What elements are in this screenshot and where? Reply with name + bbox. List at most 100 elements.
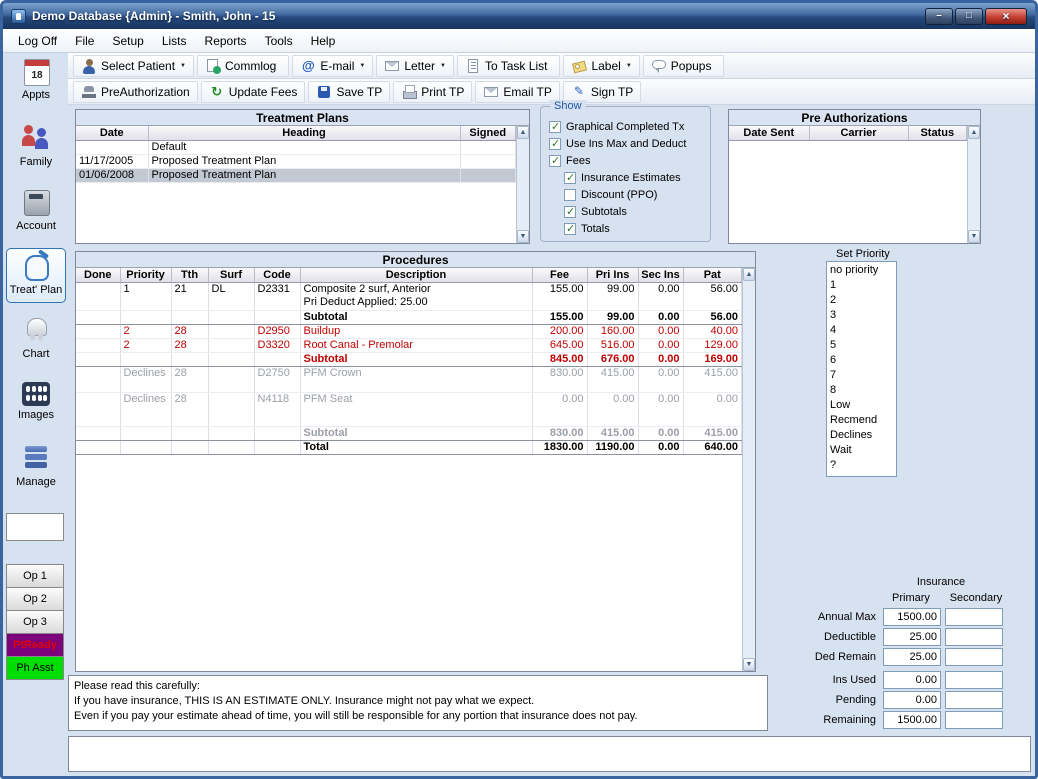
priority-option[interactable]: ? bbox=[827, 458, 896, 473]
toolbar-button[interactable]: Update Fees bbox=[201, 81, 306, 103]
sidebar-module-button[interactable]: Account bbox=[6, 184, 66, 239]
procedures-column-header[interactable]: Sec Ins bbox=[638, 268, 683, 282]
pre-auth-column-header[interactable]: Status bbox=[908, 126, 967, 140]
sidebar-module-button[interactable]: Images bbox=[6, 376, 66, 431]
procedures-column-header[interactable]: Pat bbox=[683, 268, 742, 282]
procedure-row[interactable]: Total 1830.00 1190.00 0.00 640.00 bbox=[76, 440, 742, 454]
scroll-down-icon[interactable]: ▼ bbox=[968, 230, 980, 243]
pre-auth-scrollbar[interactable]: ▲ ▼ bbox=[967, 126, 980, 243]
insurance-secondary-field[interactable] bbox=[945, 711, 1003, 729]
treatment-plans-column-header[interactable]: Signed bbox=[460, 126, 516, 140]
scroll-up-icon[interactable]: ▲ bbox=[743, 268, 755, 281]
show-option-checkbox[interactable]: Fees bbox=[549, 152, 710, 169]
insurance-primary-field[interactable]: 25.00 bbox=[883, 648, 941, 666]
menu-item[interactable]: Lists bbox=[153, 31, 196, 51]
scroll-up-icon[interactable]: ▲ bbox=[968, 126, 980, 139]
procedure-row[interactable]: Subtotal 845.00 676.00 0.00 169.00 bbox=[76, 352, 742, 366]
treatment-plan-row[interactable]: 01/06/2008 Proposed Treatment Plan bbox=[76, 168, 516, 182]
sidebar-module-button[interactable]: Treat' Plan bbox=[6, 248, 66, 303]
priority-option[interactable]: 4 bbox=[827, 323, 896, 338]
show-option-checkbox[interactable]: Totals bbox=[564, 220, 710, 237]
show-option-checkbox[interactable]: Subtotals bbox=[564, 203, 710, 220]
procedures-column-header[interactable]: Surf bbox=[208, 268, 254, 282]
procedures-scrollbar[interactable]: ▲ ▼ bbox=[742, 268, 755, 671]
scroll-track[interactable] bbox=[517, 139, 529, 230]
toolbar-button[interactable]: Letter ▼ bbox=[376, 55, 454, 77]
insurance-secondary-field[interactable] bbox=[945, 671, 1003, 689]
priority-option[interactable]: 3 bbox=[827, 308, 896, 323]
priority-option[interactable]: 5 bbox=[827, 338, 896, 353]
procedures-column-header[interactable]: Pri Ins bbox=[587, 268, 638, 282]
toolbar-button[interactable]: Print TP bbox=[393, 81, 472, 103]
priority-option[interactable]: Wait bbox=[827, 443, 896, 458]
treatment-plans-column-header[interactable]: Heading bbox=[148, 126, 460, 140]
insurance-primary-field[interactable]: 0.00 bbox=[883, 691, 941, 709]
toolbar-button[interactable]: Select Patient ▼ bbox=[73, 55, 194, 77]
pre-auth-column-header[interactable]: Carrier bbox=[809, 126, 908, 140]
procedures-column-header[interactable]: Done bbox=[76, 268, 120, 282]
sidebar-module-button[interactable]: 18 Appts bbox=[6, 56, 66, 111]
toolbar-button[interactable]: Commlog bbox=[197, 55, 289, 77]
close-button[interactable] bbox=[985, 8, 1027, 25]
priority-option[interactable]: 7 bbox=[827, 368, 896, 383]
bottom-note-field[interactable] bbox=[68, 736, 1031, 772]
insurance-primary-field[interactable]: 0.00 bbox=[883, 671, 941, 689]
show-option-checkbox[interactable]: Discount (PPO) bbox=[564, 186, 710, 203]
priority-option[interactable]: 2 bbox=[827, 293, 896, 308]
procedure-row[interactable]: Declines 28 N4118 PFM Seat 0.00 0.00 0.0… bbox=[76, 392, 742, 426]
procedures-column-header[interactable]: Tth bbox=[171, 268, 208, 282]
toolbar-button[interactable]: Label ▼ bbox=[563, 55, 639, 77]
insurance-secondary-field[interactable] bbox=[945, 691, 1003, 709]
scroll-down-icon[interactable]: ▼ bbox=[743, 658, 755, 671]
priority-option[interactable]: 8 bbox=[827, 383, 896, 398]
scroll-track[interactable] bbox=[743, 281, 755, 658]
minimize-button[interactable] bbox=[925, 8, 953, 25]
procedure-row[interactable]: 1 21 DL D2331 Composite 2 surf, Anterior… bbox=[76, 282, 742, 310]
insurance-primary-field[interactable]: 25.00 bbox=[883, 628, 941, 646]
treatment-plan-note[interactable]: Please read this carefully: If you have … bbox=[68, 675, 768, 731]
treatment-plans-scrollbar[interactable]: ▲ ▼ bbox=[516, 126, 529, 243]
menu-item[interactable]: Log Off bbox=[9, 31, 66, 51]
procedures-column-header[interactable]: Fee bbox=[532, 268, 587, 282]
insurance-secondary-field[interactable] bbox=[945, 628, 1003, 646]
menu-item[interactable]: File bbox=[66, 31, 103, 51]
treatment-plan-row[interactable]: Default bbox=[76, 140, 516, 154]
insurance-secondary-field[interactable] bbox=[945, 608, 1003, 626]
insurance-primary-field[interactable]: 1500.00 bbox=[883, 711, 941, 729]
procedure-row[interactable]: Subtotal 155.00 99.00 0.00 56.00 bbox=[76, 310, 742, 324]
procedures-column-header[interactable]: Description bbox=[300, 268, 532, 282]
toolbar-button[interactable]: To Task List bbox=[457, 55, 560, 77]
insurance-primary-field[interactable]: 1500.00 bbox=[883, 608, 941, 626]
show-option-checkbox[interactable]: Use Ins Max and Deduct bbox=[549, 135, 710, 152]
toolbar-button[interactable]: Email TP bbox=[475, 81, 559, 103]
procedure-row[interactable]: Declines 28 D2750 PFM Crown 830.00 415.0… bbox=[76, 366, 742, 392]
toolbar-button[interactable]: Save TP bbox=[308, 81, 390, 103]
procedure-row[interactable]: Subtotal 830.00 415.00 0.00 415.00 bbox=[76, 426, 742, 440]
menu-item[interactable]: Reports bbox=[196, 31, 256, 51]
scroll-down-icon[interactable]: ▼ bbox=[517, 230, 529, 243]
priority-option[interactable]: 6 bbox=[827, 353, 896, 368]
sidebar-module-button[interactable]: Chart bbox=[6, 312, 66, 367]
toolbar-button[interactable]: Popups bbox=[643, 55, 725, 77]
priority-option[interactable]: Declines bbox=[827, 428, 896, 443]
sidebar-module-button[interactable]: Family bbox=[6, 120, 66, 175]
operatory-item[interactable]: Op 1 bbox=[6, 564, 64, 588]
maximize-button[interactable] bbox=[955, 8, 983, 25]
treatment-plan-row[interactable]: 11/17/2005 Proposed Treatment Plan bbox=[76, 154, 516, 168]
procedure-row[interactable]: 2 28 D2950 Buildup 200.00 160.00 0.00 40… bbox=[76, 324, 742, 338]
insurance-secondary-field[interactable] bbox=[945, 648, 1003, 666]
operatory-item[interactable]: Ph Asst bbox=[6, 656, 64, 680]
menu-item[interactable]: Help bbox=[302, 31, 345, 51]
show-option-checkbox[interactable]: Graphical Completed Tx bbox=[549, 118, 710, 135]
toolbar-button[interactable]: E-mail ▼ bbox=[292, 55, 373, 77]
scroll-up-icon[interactable]: ▲ bbox=[517, 126, 529, 139]
priority-option[interactable]: Low bbox=[827, 398, 896, 413]
toolbar-button[interactable]: PreAuthorization bbox=[73, 81, 198, 103]
show-option-checkbox[interactable]: Insurance Estimates bbox=[564, 169, 710, 186]
pre-auth-column-header[interactable]: Date Sent bbox=[729, 126, 809, 140]
treatment-plans-column-header[interactable]: Date bbox=[76, 126, 148, 140]
priority-option[interactable]: Recmend bbox=[827, 413, 896, 428]
priority-option[interactable]: no priority bbox=[827, 263, 896, 278]
procedure-row[interactable]: 2 28 D3320 Root Canal - Premolar 645.00 … bbox=[76, 338, 742, 352]
operatory-item[interactable]: PtReady bbox=[6, 633, 64, 657]
